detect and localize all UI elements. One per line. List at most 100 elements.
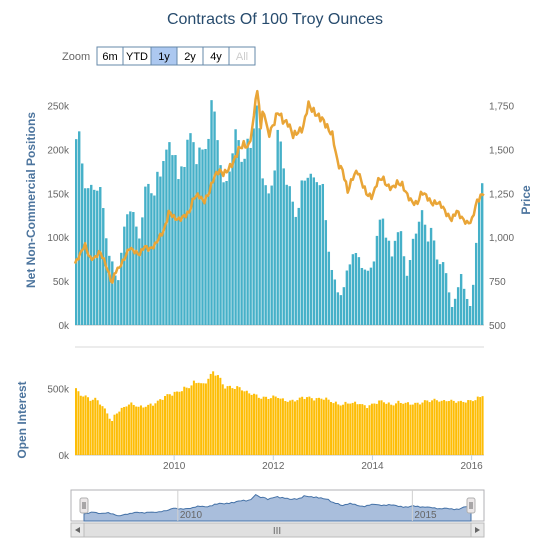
navigator[interactable]: 2010 2015	[70, 489, 485, 522]
positions-bar	[276, 129, 279, 325]
price-axis-title: Price	[519, 185, 533, 215]
positions-bar	[432, 240, 436, 325]
open-interest-bar	[255, 394, 258, 455]
open-interest-bar	[459, 400, 462, 455]
open-interest-bar	[445, 401, 448, 455]
open-interest-bar	[135, 406, 138, 455]
positions-bar	[189, 133, 192, 325]
open-interest-bar	[173, 391, 176, 455]
open-interest-bar	[397, 400, 400, 455]
open-interest-bar	[151, 405, 154, 455]
positions-bar	[273, 170, 276, 325]
open-interest-bar	[469, 400, 472, 455]
open-interest-bar	[356, 404, 359, 455]
open-interest-panel: 0k 500k Open Interest	[15, 371, 484, 462]
zoom-button-2y[interactable]: 2y	[176, 46, 204, 66]
positions-bar	[186, 139, 189, 325]
open-interest-bar	[363, 405, 366, 455]
open-interest-bar	[330, 401, 333, 455]
open-interest-bar	[431, 400, 434, 455]
zoom-button-4y[interactable]: 4y	[202, 46, 230, 66]
positions-bar	[420, 210, 424, 325]
positions-bar	[222, 182, 225, 325]
positions-bar	[183, 166, 186, 325]
open-interest-bar	[185, 387, 188, 455]
open-interest-bar	[313, 400, 316, 455]
positions-bar	[114, 275, 117, 325]
open-interest-bar	[373, 403, 376, 455]
positions-bar	[261, 178, 264, 325]
zoom-button-ytd[interactable]: YTD	[122, 46, 152, 66]
open-interest-bar	[349, 403, 352, 455]
open-interest-bar	[224, 388, 227, 455]
open-interest-bar	[164, 395, 167, 455]
open-interest-bar	[339, 405, 342, 455]
open-interest-bar	[91, 399, 94, 455]
positions-bar	[177, 179, 180, 325]
open-interest-bar	[426, 400, 429, 455]
zoom-button-6m[interactable]: 6m	[96, 46, 124, 66]
positions-bar	[213, 111, 216, 325]
positions-bar	[144, 186, 147, 325]
open-interest-bar	[320, 398, 323, 455]
positions-bar	[387, 240, 391, 325]
zoom-button-label: All	[236, 51, 248, 63]
open-interest-bar	[298, 397, 301, 455]
positions-bar	[423, 224, 427, 325]
navigator-tick-label: 2015	[414, 510, 437, 521]
open-interest-bar	[231, 388, 234, 455]
positions-bar	[192, 142, 195, 325]
open-interest-tick-label: 0k	[58, 451, 70, 462]
positions-tick-label: 250k	[47, 102, 70, 113]
open-interest-bar	[303, 399, 306, 455]
positions-bar	[462, 288, 466, 325]
positions-bar	[321, 183, 325, 325]
positions-bar	[330, 269, 334, 325]
open-interest-bar	[452, 400, 455, 455]
open-interest-bar	[337, 404, 340, 455]
open-interest-bar	[404, 402, 407, 455]
positions-bar	[237, 140, 240, 325]
positions-bar	[375, 235, 379, 325]
zoom-button-1y[interactable]: 1y	[150, 46, 178, 66]
open-interest-bar	[204, 383, 207, 455]
open-interest-bar	[305, 397, 308, 455]
scrollbar[interactable]: III	[70, 522, 485, 538]
open-interest-bar	[241, 390, 244, 455]
positions-bar	[264, 185, 267, 325]
open-interest-bar	[409, 404, 412, 455]
positions-bar	[165, 149, 168, 325]
navigator-right-handle[interactable]	[466, 497, 476, 514]
positions-bar	[477, 199, 481, 325]
positions-bar	[297, 207, 300, 325]
positions-bar	[252, 128, 255, 325]
price-tick-label: 750	[489, 277, 506, 288]
positions-bar	[105, 238, 108, 325]
positions-bar	[348, 264, 352, 325]
open-interest-bar	[284, 401, 287, 455]
positions-bar	[129, 211, 132, 325]
positions-bar	[141, 217, 144, 325]
positions-bar	[447, 292, 451, 325]
open-interest-bar	[385, 403, 388, 455]
open-interest-bar	[358, 404, 361, 455]
navigator-left-handle[interactable]	[79, 497, 89, 514]
positions-bar	[240, 161, 243, 325]
positions-bar	[390, 256, 394, 325]
positions-bar	[309, 173, 312, 325]
zoom-button-label: 2y	[184, 51, 196, 63]
open-interest-series	[75, 371, 484, 455]
positions-bar	[279, 141, 282, 325]
positions-tick-label: 200k	[47, 145, 70, 156]
open-interest-bar	[476, 396, 479, 455]
positions-bar	[204, 148, 207, 325]
positions-bar	[216, 140, 219, 325]
open-interest-bar	[399, 402, 402, 455]
open-interest-bar	[471, 401, 474, 455]
positions-bar	[303, 180, 306, 325]
x-axis: 2010 2012 2014 2016	[163, 455, 483, 472]
positions-bar	[345, 270, 349, 325]
open-interest-bar	[327, 399, 330, 455]
open-interest-bar	[394, 403, 397, 455]
positions-bar	[381, 218, 385, 325]
